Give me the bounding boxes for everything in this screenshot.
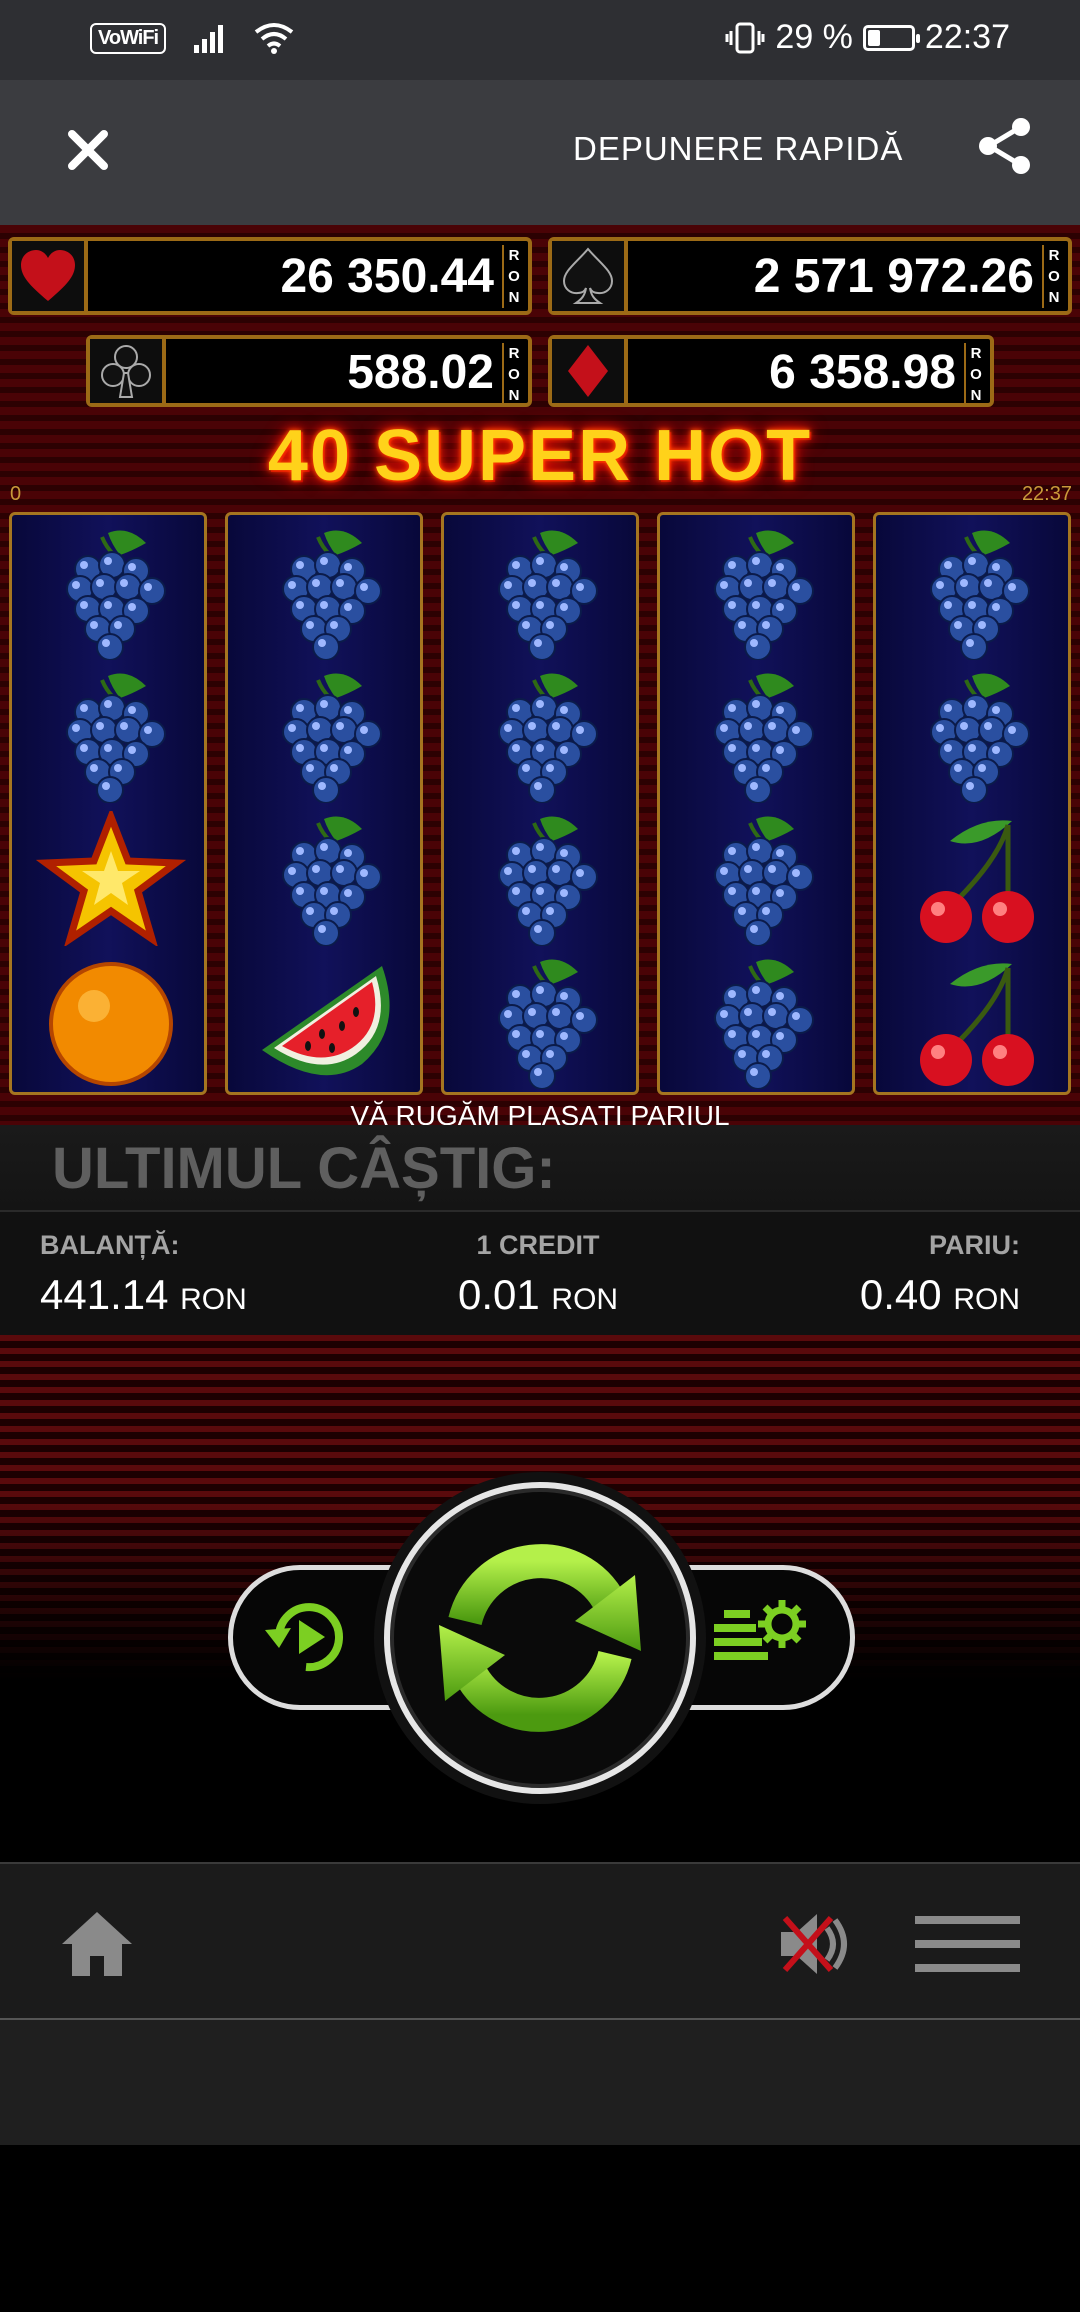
jackpot-hearts: 26 350.44 RON [8, 237, 532, 315]
status-bar: VoWiFi 29 % 22:37 [0, 0, 1080, 80]
spin-button[interactable] [384, 1482, 696, 1794]
sound-muted-icon [781, 1914, 847, 1974]
cherries-icon [900, 954, 1050, 1089]
menu-icon [915, 1916, 1020, 1972]
reel-4 [657, 512, 855, 1095]
control-deck [0, 1335, 1080, 1865]
battery-percent: 29 % [775, 18, 853, 56]
jackpot-spades-value: 2 571 972.26 [753, 250, 1034, 303]
spades-icon [552, 241, 628, 311]
jackpot-clubs-value: 588.02 [347, 346, 494, 399]
balance-currency: RON [180, 1283, 247, 1316]
jackpot-diamonds: 6 358.98 RON [548, 335, 994, 407]
slot-game-area[interactable]: 26 350.44 RON 2 571 972.26 RON 588.02 RO… [0, 225, 1080, 1131]
reel-5 [873, 512, 1071, 1095]
jackpot-spades-currency: RON [1042, 245, 1064, 308]
diamonds-icon [552, 339, 628, 403]
credit-label: 1 CREDIT [476, 1230, 600, 1260]
grapes-icon [252, 811, 402, 947]
clubs-icon [90, 339, 166, 403]
credit-value: 0.01 [458, 1271, 540, 1318]
empty-panel [0, 2020, 1080, 2145]
home-icon [62, 1912, 132, 1976]
sound-button[interactable] [775, 1908, 855, 1980]
bet-value: 0.40 [859, 1271, 942, 1318]
battery-icon [862, 24, 920, 51]
app-bar: DEPUNERE RAPIDĂ [0, 80, 1080, 225]
status-time: 22:37 [924, 18, 1010, 56]
watermelon-icon [252, 954, 402, 1089]
grapes-icon [468, 811, 618, 947]
menu-button[interactable] [915, 1914, 1020, 1974]
autoplay-icon [265, 1603, 343, 1672]
status-left: VoWiFi [90, 22, 294, 54]
reel-3 [441, 512, 639, 1095]
last-win-label: ULTIMUL CÂȘTIG: [52, 1136, 556, 1201]
balance-label: BALANȚĂ: [40, 1230, 180, 1260]
cherries-icon [900, 811, 1050, 946]
jackpot-diamonds-currency: RON [964, 343, 986, 406]
battery-fill [867, 29, 881, 46]
game-title: 40 SUPER HOT [267, 416, 813, 496]
grapes-icon [684, 954, 834, 1090]
navigation-bar-area [0, 2145, 1080, 2312]
grapes-icon [252, 525, 402, 661]
jackpot-hearts-currency: RON [502, 245, 524, 308]
credit-info: 1 CREDIT 0.01 RON [458, 1230, 618, 1319]
credit-currency: RON [551, 1283, 619, 1316]
orange-icon [36, 954, 186, 1089]
last-win-bar: ULTIMUL CÂȘTIG: [0, 1125, 1080, 1210]
jackpot-hearts-value: 26 350.44 [280, 250, 494, 303]
info-bar: BALANȚĂ: 441.14 RON 1 CREDIT 0.01 RON PA… [0, 1210, 1080, 1335]
jackpot-clubs-currency: RON [502, 343, 524, 406]
jackpot-clubs: 588.02 RON [86, 335, 532, 407]
game-counter: 0 [10, 483, 22, 505]
vibrate-icon [725, 22, 765, 53]
grapes-icon [468, 525, 618, 661]
grapes-icon [900, 668, 1050, 804]
jackpot-diamonds-value: 6 358.98 [769, 346, 956, 399]
reel-2 [225, 512, 423, 1095]
star-icon [35, 807, 187, 948]
hearts-icon [12, 241, 88, 311]
grapes-icon [684, 811, 834, 947]
bottom-nav [0, 1862, 1080, 2020]
grapes-icon [36, 668, 186, 804]
bet-settings-icon [714, 1600, 806, 1660]
grapes-icon [468, 954, 618, 1090]
grapes-icon [252, 668, 402, 804]
close-icon [68, 130, 108, 170]
bet-currency: RON [953, 1283, 1020, 1316]
reel-1 [9, 512, 207, 1095]
close-button[interactable] [58, 120, 118, 180]
balance-value: 441.14 [40, 1271, 169, 1318]
spin-icon [439, 1544, 641, 1732]
share-icon [979, 118, 1030, 174]
signal-icon [194, 25, 224, 53]
grapes-icon [900, 525, 1050, 661]
bet-info[interactable]: PARIU: 0.40 RON [860, 1230, 1020, 1319]
home-button[interactable] [58, 1908, 136, 1980]
quick-deposit-button[interactable]: DEPUNERE RAPIDĂ [573, 130, 903, 168]
balance-info: BALANȚĂ: 441.14 RON [40, 1230, 247, 1319]
share-button[interactable] [975, 116, 1039, 180]
bet-label: PARIU: [929, 1230, 1020, 1260]
vowifi-indicator: VoWiFi [90, 22, 167, 54]
grapes-icon [468, 668, 618, 804]
grapes-icon [36, 525, 186, 661]
jackpot-spades: 2 571 972.26 RON [548, 237, 1072, 315]
game-clock: 22:37 [1021, 483, 1072, 505]
grapes-icon [684, 525, 834, 661]
wifi-icon [254, 23, 294, 54]
status-right: 29 % 22:37 [725, 18, 1010, 57]
grapes-icon [684, 668, 834, 804]
